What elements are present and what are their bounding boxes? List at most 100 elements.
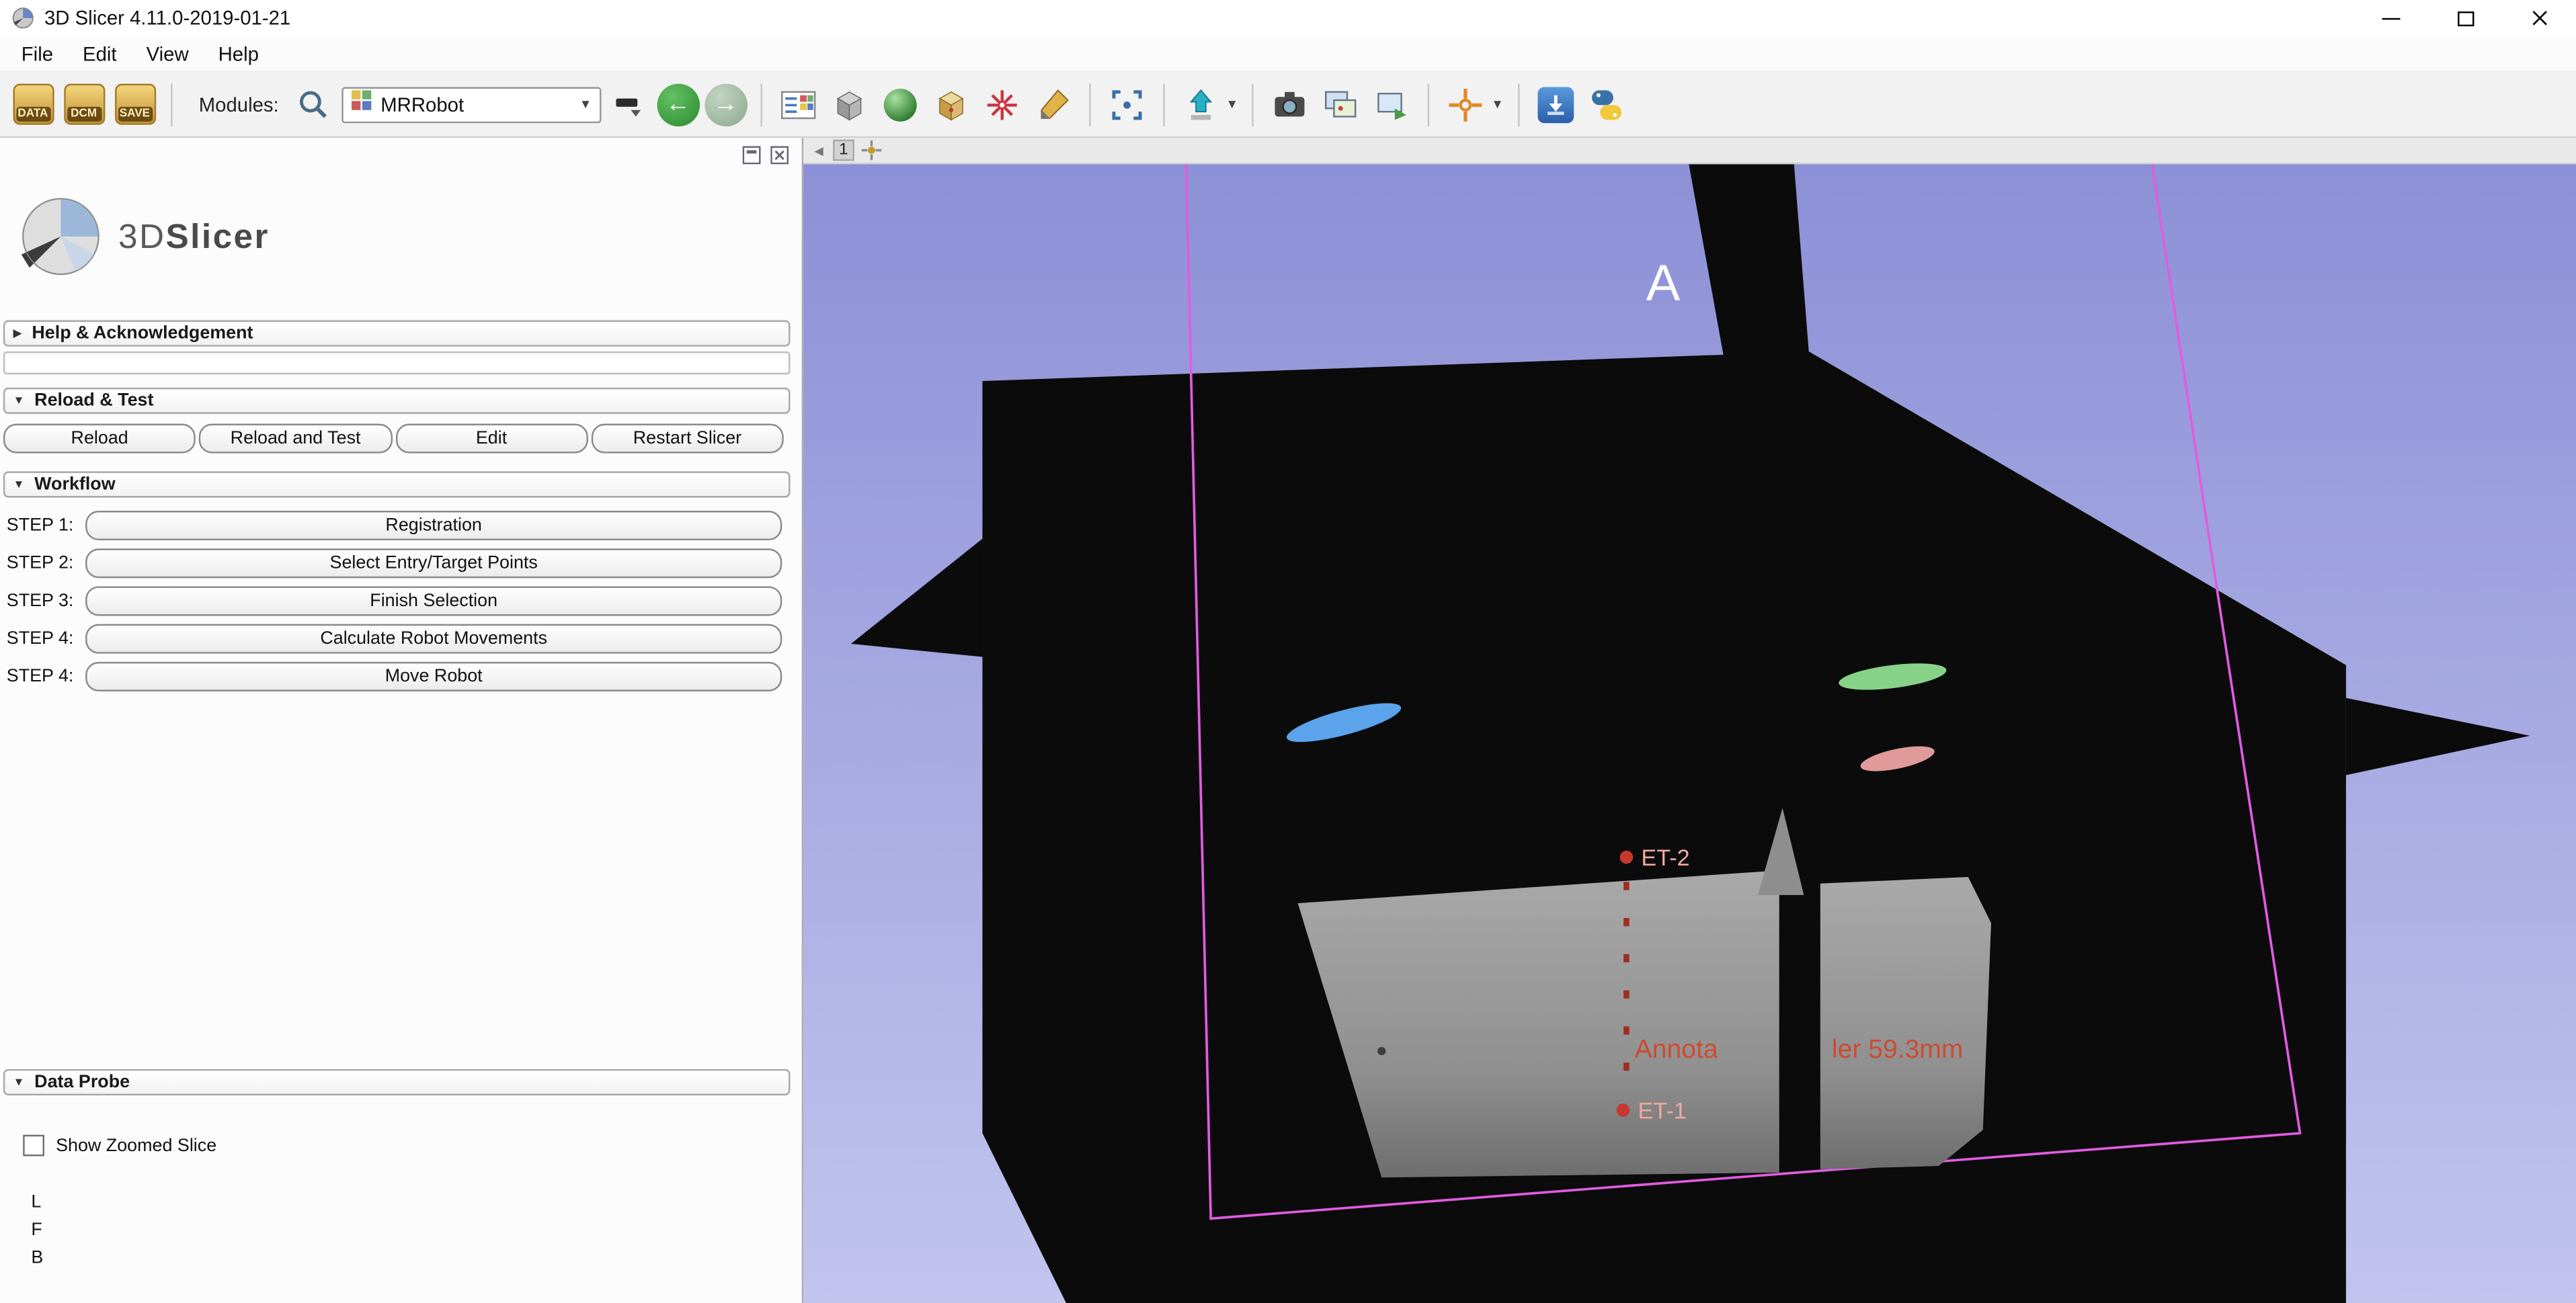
expanded-arrow-icon: ▼: [13, 1077, 25, 1088]
scene-canvas: ET-2 ET-1 Annota ler 59.3mm A: [803, 164, 2576, 1303]
crosshair-icon[interactable]: [1443, 80, 1488, 129]
section-data-probe[interactable]: ▼ Data Probe: [3, 1069, 791, 1095]
maximize-button[interactable]: [2428, 0, 2502, 36]
step-row: STEP 3: Finish Selection: [7, 586, 782, 616]
module-history-icon[interactable]: [606, 80, 651, 129]
view-pin-icon[interactable]: ◄: [811, 142, 826, 158]
chevron-down-icon[interactable]: ▾: [1228, 95, 1239, 114]
module-back-icon[interactable]: ←: [657, 83, 700, 126]
ruler-label-right: ler 59.3mm: [1832, 1035, 1964, 1064]
main-area: 3DSlicer ▶ Help & Acknowledgement ▼ Relo…: [0, 138, 2576, 1303]
reload-button[interactable]: Reload: [3, 424, 196, 454]
show-zoomed-slice-checkbox[interactable]: Show Zoomed Slice: [23, 1135, 801, 1157]
panel-corner-buttons: [741, 144, 790, 166]
edit-button[interactable]: Edit: [395, 424, 588, 454]
menu-edit[interactable]: Edit: [68, 37, 132, 70]
close-panel-icon[interactable]: [769, 144, 791, 166]
probe-axis-f: F: [31, 1217, 801, 1245]
editor-pen-icon[interactable]: [1030, 80, 1076, 129]
volumes-module-icon[interactable]: [826, 80, 872, 129]
ruler-label-left: Annota: [1635, 1035, 1718, 1064]
calculate-robot-movements-button[interactable]: Calculate Robot Movements: [85, 624, 782, 654]
dicom-icon[interactable]: DCM: [61, 80, 106, 129]
toolbar-separator: [1428, 83, 1429, 126]
view-3d: ◄ 1: [803, 138, 2576, 1303]
titlebar: 3D Slicer 4.11.0-2019-01-21: [0, 0, 2576, 36]
restore-views-icon[interactable]: [1178, 80, 1223, 129]
section-reload-test[interactable]: ▼ Reload & Test: [3, 388, 791, 414]
module-selected-label: MRRobot: [380, 93, 573, 116]
toolbar-separator: [760, 83, 762, 126]
orientation-label-anterior: A: [1646, 255, 1681, 312]
chevron-down-icon[interactable]: ▾: [1494, 95, 1504, 114]
volume-rendering-icon[interactable]: [928, 80, 973, 129]
step-row: STEP 4: Calculate Robot Movements: [7, 624, 782, 654]
python-console-icon[interactable]: [1583, 80, 1629, 129]
fiducial-point-et2[interactable]: [1620, 851, 1634, 864]
move-robot-button[interactable]: Move Robot: [85, 662, 782, 691]
float-panel-icon[interactable]: [741, 144, 762, 166]
capture-frame-icon[interactable]: [1104, 80, 1150, 129]
module-search-icon[interactable]: [290, 80, 336, 129]
view-controller-bar: ◄ 1: [803, 138, 2576, 164]
scene-view-restore-icon[interactable]: [1369, 80, 1414, 129]
section-help-acknowledgement[interactable]: ▶ Help & Acknowledgement: [3, 321, 791, 347]
close-button[interactable]: [2502, 0, 2576, 36]
module-forward-icon[interactable]: →: [705, 83, 748, 126]
collapsed-arrow-icon: ▶: [13, 327, 22, 340]
section-workflow[interactable]: ▼ Workflow: [3, 471, 791, 497]
modules-label: Modules:: [199, 93, 279, 116]
view-label: 1: [833, 140, 854, 161]
phantom-speck: [1377, 1047, 1385, 1055]
fiducial-point-et1[interactable]: [1617, 1103, 1630, 1117]
reload-and-test-button[interactable]: Reload and Test: [199, 424, 392, 454]
extensions-manager-icon[interactable]: [1533, 80, 1578, 129]
menubar: File Edit View Help: [0, 36, 2576, 73]
volume-wedge-left: [851, 539, 983, 657]
menu-help[interactable]: Help: [204, 37, 274, 70]
workflow-steps: STEP 1: Registration STEP 2: Select Entr…: [0, 511, 802, 691]
slicer-logo-icon: [10, 185, 115, 290]
chevron-down-icon: ▾: [582, 95, 593, 114]
app-logo-icon: [10, 5, 36, 31]
help-content-frame: [3, 351, 791, 374]
toolbar-separator: [1089, 83, 1090, 126]
expanded-arrow-icon: ▼: [13, 395, 25, 407]
slicer-logo: 3DSlicer: [0, 177, 802, 297]
app-window: 3D Slicer 4.11.0-2019-01-21 File Edit Vi…: [0, 0, 2576, 1303]
menu-view[interactable]: View: [132, 37, 204, 70]
step-row: STEP 4: Move Robot: [7, 662, 782, 691]
load-data-icon[interactable]: DATA: [10, 80, 56, 129]
view-controller-icon[interactable]: [860, 140, 882, 161]
window-controls: [2354, 0, 2576, 36]
restart-slicer-button[interactable]: Restart Slicer: [591, 424, 784, 454]
probe-axis-l: L: [31, 1189, 801, 1217]
fiducial-label-et1: ET-1: [1638, 1098, 1687, 1124]
finish-selection-button[interactable]: Finish Selection: [85, 586, 782, 616]
step-row: STEP 2: Select Entry/Target Points: [7, 548, 782, 578]
toolbar-separator: [1252, 83, 1254, 126]
select-entry-target-points-button[interactable]: Select Entry/Target Points: [85, 548, 782, 578]
slicer-logo-text: 3DSlicer: [118, 218, 270, 257]
menu-file[interactable]: File: [7, 37, 68, 70]
module-panel: 3DSlicer ▶ Help & Acknowledgement ▼ Relo…: [0, 138, 803, 1303]
save-icon[interactable]: SAVE: [112, 80, 157, 129]
main-toolbar: DATA DCM SAVE Modules: MRRobot ▾ ← →: [0, 73, 2576, 138]
toolbar-separator: [1518, 83, 1519, 126]
fiducial-label-et2: ET-2: [1641, 845, 1689, 871]
annotations-snowflake-icon[interactable]: [979, 80, 1024, 129]
models-module-icon[interactable]: [877, 80, 922, 129]
views-layout-icon[interactable]: [775, 80, 821, 129]
minimize-button[interactable]: [2354, 0, 2428, 36]
step-row: STEP 1: Registration: [7, 511, 782, 540]
phantom-left: [1298, 870, 1779, 1177]
screenshot-camera-icon[interactable]: [1267, 80, 1313, 129]
data-probe-axes: L F B: [31, 1189, 801, 1273]
probe-axis-b: B: [31, 1245, 801, 1273]
module-selector[interactable]: MRRobot ▾: [341, 86, 601, 122]
checkbox-box[interactable]: [23, 1135, 44, 1157]
scene-views-icon[interactable]: [1318, 80, 1364, 129]
registration-button[interactable]: Registration: [85, 511, 782, 540]
render-3d-scene[interactable]: ET-2 ET-1 Annota ler 59.3mm A: [803, 164, 2576, 1303]
reload-buttons-row: Reload Reload and Test Edit Restart Slic…: [3, 424, 784, 454]
